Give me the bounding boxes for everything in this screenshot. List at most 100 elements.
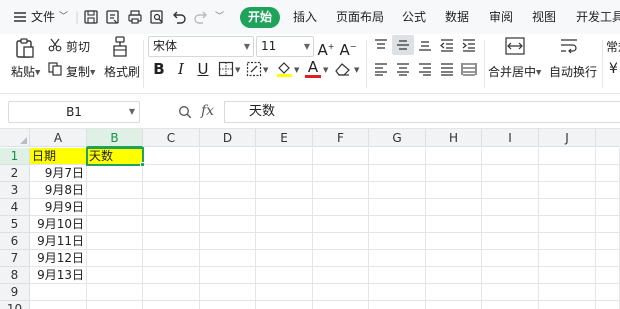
format-painter-button[interactable]: 格式刷 — [104, 63, 140, 80]
tab-developer[interactable]: 开发工具 — [576, 0, 620, 34]
column-header-k[interactable] — [596, 129, 620, 147]
cell-b1[interactable]: 天数 — [86, 147, 144, 166]
cell-a6[interactable]: 9月11日 — [30, 233, 87, 250]
cell-b7-bg[interactable] — [87, 250, 143, 267]
cell-k10-bg[interactable] — [596, 301, 620, 309]
row-header-7[interactable]: 7 — [0, 250, 30, 267]
redo-icon[interactable] — [193, 9, 209, 25]
copy-button[interactable]: 复制▼ — [66, 63, 95, 80]
row-header-5[interactable]: 5 — [0, 216, 30, 233]
underline-icon[interactable]: U — [194, 59, 212, 79]
distributed-align-icon[interactable] — [461, 62, 477, 76]
column-header-d[interactable]: D — [200, 129, 256, 147]
font-color-icon[interactable]: A — [305, 59, 321, 78]
cell-j3-bg[interactable] — [539, 182, 596, 199]
select-all-corner[interactable] — [0, 129, 30, 147]
cell-e5-bg[interactable] — [256, 216, 313, 233]
print-preview-icon[interactable] — [149, 9, 165, 25]
cell-e10-bg[interactable] — [256, 301, 313, 309]
cell-e6-bg[interactable] — [256, 233, 313, 250]
cell-e7-bg[interactable] — [256, 250, 313, 267]
chevron-down-icon[interactable]: ﹀ — [59, 0, 68, 34]
cell-f7-bg[interactable] — [313, 250, 369, 267]
font-name-select[interactable]: 宋体 ▼ — [148, 36, 254, 57]
row-header-2[interactable]: 2 — [0, 165, 30, 182]
cell-j9-bg[interactable] — [539, 284, 596, 301]
tab-data[interactable]: 数据 — [445, 0, 469, 34]
format-painter-icon[interactable] — [111, 36, 131, 58]
row-header-3[interactable]: 3 — [0, 182, 30, 199]
align-right-icon[interactable] — [417, 62, 433, 76]
name-box[interactable]: B1 ▼ — [8, 101, 140, 123]
tab-formulas[interactable]: 公式 — [402, 0, 426, 34]
cell-i6-bg[interactable] — [482, 233, 539, 250]
column-header-h[interactable]: H — [426, 129, 482, 147]
cell-h10-bg[interactable] — [426, 301, 482, 309]
cell-f9-bg[interactable] — [313, 284, 369, 301]
increase-font-size-icon[interactable]: A+ — [317, 37, 335, 59]
chevron-down-icon[interactable]: ▼ — [354, 66, 359, 74]
cell-c8-bg[interactable] — [143, 267, 200, 284]
cell-d4-bg[interactable] — [200, 199, 256, 216]
cell-j7-bg[interactable] — [539, 250, 596, 267]
cell-b8-bg[interactable] — [87, 267, 143, 284]
cell-k8-bg[interactable] — [596, 267, 620, 284]
cell-k4-bg[interactable] — [596, 199, 620, 216]
cell-a4[interactable]: 9月9日 — [30, 199, 87, 216]
cell-f2-bg[interactable] — [313, 165, 369, 182]
cell-e2-bg[interactable] — [256, 165, 313, 182]
cell-b4-bg[interactable] — [87, 199, 143, 216]
print-icon[interactable] — [127, 9, 143, 25]
cell-i9-bg[interactable] — [482, 284, 539, 301]
row-header-10[interactable]: 10 — [0, 301, 30, 309]
tab-review[interactable]: 审阅 — [489, 0, 513, 34]
cell-d8-bg[interactable] — [200, 267, 256, 284]
cell-f5-bg[interactable] — [313, 216, 369, 233]
copy-icon[interactable] — [48, 62, 62, 76]
cell-h3-bg[interactable] — [426, 182, 482, 199]
column-header-e[interactable]: E — [256, 129, 313, 147]
paste-icon[interactable] — [14, 37, 36, 59]
align-left-icon[interactable] — [373, 62, 389, 76]
cell-d2-bg[interactable] — [200, 165, 256, 182]
cell-g7-bg[interactable] — [369, 250, 426, 267]
column-header-f[interactable]: F — [313, 129, 369, 147]
cell-j10-bg[interactable] — [539, 301, 596, 309]
cell-i7-bg[interactable] — [482, 250, 539, 267]
cell-k3-bg[interactable] — [596, 182, 620, 199]
column-header-c[interactable]: C — [143, 129, 200, 147]
cell-i10-bg[interactable] — [482, 301, 539, 309]
cell-b9-bg[interactable] — [87, 284, 143, 301]
cell-e8-bg[interactable] — [256, 267, 313, 284]
export-pdf-icon[interactable] — [105, 9, 121, 25]
cell-f3-bg[interactable] — [313, 182, 369, 199]
align-top-icon[interactable] — [373, 38, 389, 52]
cell-c7-bg[interactable] — [143, 250, 200, 267]
cell-g9-bg[interactable] — [369, 284, 426, 301]
row-header-4[interactable]: 4 — [0, 199, 30, 216]
cell-g5-bg[interactable] — [369, 216, 426, 233]
cell-j6-bg[interactable] — [539, 233, 596, 250]
column-header-j[interactable]: J — [539, 129, 596, 147]
align-bottom-icon[interactable] — [417, 38, 433, 52]
bold-icon[interactable]: B — [150, 59, 168, 79]
paste-button[interactable]: 粘贴▼ — [11, 63, 40, 80]
font-size-select[interactable]: 11 ▼ — [256, 36, 314, 57]
cell-c9-bg[interactable] — [143, 284, 200, 301]
function-icon[interactable]: fx — [201, 103, 214, 119]
cell-a7[interactable]: 9月12日 — [30, 250, 87, 267]
cell-i1-bg[interactable] — [482, 148, 539, 165]
row-header-6[interactable]: 6 — [0, 233, 30, 250]
cell-i3-bg[interactable] — [482, 182, 539, 199]
cell-a10-bg[interactable] — [30, 301, 87, 309]
column-header-i[interactable]: I — [482, 129, 539, 147]
cell-a2[interactable]: 9月7日 — [30, 165, 87, 182]
cell-h6-bg[interactable] — [426, 233, 482, 250]
cell-k7-bg[interactable] — [596, 250, 620, 267]
merge-center-icon[interactable] — [505, 37, 525, 55]
cell-f1-bg[interactable] — [313, 148, 369, 165]
cell-b3-bg[interactable] — [87, 182, 143, 199]
wrap-text-button[interactable]: 自动换行 — [549, 63, 597, 80]
chevron-down-icon[interactable]: ▼ — [294, 66, 299, 74]
cell-f8-bg[interactable] — [313, 267, 369, 284]
